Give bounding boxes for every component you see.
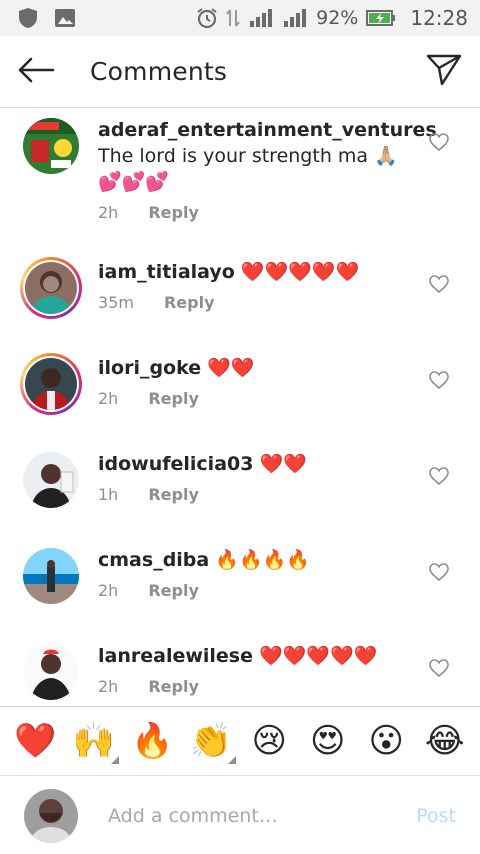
signal-icon-2 [282,8,308,28]
emoji-heart-button[interactable]: ❤️ [8,714,62,768]
comment-time: 2h [98,581,119,600]
comment-item: aderaf_entertainment_ventures The lord i… [0,109,480,239]
comment-text: ❤️❤️❤️❤️❤️ [240,261,360,283]
like-comment-button[interactable] [428,659,450,681]
heart-outline-icon [429,133,449,155]
shield-icon [18,7,38,29]
comment-body: aderaf_entertainment_ventures The lord i… [98,117,437,222]
comment-body: ilori_goke ❤️❤️ 2h Reply [98,355,420,408]
avatar-image [25,262,77,314]
comment-input-bar: Post [0,777,480,854]
comment-time: 2h [98,389,119,408]
avatar[interactable] [20,115,82,177]
comment-username[interactable]: ilori_goke [98,357,201,379]
emoji-heart-eyes-button[interactable]: 😍 [301,714,355,768]
avatar-image [23,452,79,508]
heart-outline-icon [429,563,449,585]
emoji-raised-hands-button[interactable]: 🙌 [67,714,121,768]
back-button[interactable] [0,36,72,108]
skin-tone-indicator [110,756,119,764]
comment-text: ❤️❤️ [207,357,255,379]
share-button[interactable] [408,36,480,108]
comment-item: ilori_goke ❤️❤️ 2h Reply [0,351,480,431]
paper-plane-icon [426,53,462,91]
arrow-left-icon [17,57,55,87]
header: Comments [0,36,480,108]
comment-time: 2h [98,677,119,696]
comment-item: cmas_diba 🔥🔥🔥🔥 2h Reply [0,543,480,623]
reply-button[interactable]: Reply [148,485,199,504]
comment-text: ❤️❤️ [259,453,307,475]
avatar[interactable] [20,449,82,511]
avatar-image [23,548,79,604]
emoji-surprised-button[interactable]: 😮 [359,714,413,768]
battery-charging-icon [366,9,396,27]
heart-outline-icon [429,467,449,489]
comment-item: iam_titialayo ❤️❤️❤️❤️❤️ 35m Reply [0,255,480,335]
heart-outline-icon [429,275,449,297]
emoji-quick-bar: ❤️ 🙌 🔥 👏 😢 😍 😮 😂 [0,706,480,776]
battery-percent: 92% [316,7,359,29]
avatar[interactable] [20,257,82,319]
comment-body: iam_titialayo ❤️❤️❤️❤️❤️ 35m Reply [98,259,420,312]
emoji-clap-button[interactable]: 👏 [184,714,238,768]
like-comment-button[interactable] [428,371,450,393]
status-time: 12:28 [410,6,468,30]
comment-body: cmas_diba 🔥🔥🔥🔥 2h Reply [98,547,420,600]
data-transfer-icon [226,8,240,28]
comment-text: The lord is your strength ma 🙏🏼 [98,145,398,167]
avatar[interactable] [20,545,82,607]
avatar-image [23,118,79,174]
comment-input[interactable] [108,804,388,827]
reply-button[interactable]: Reply [164,293,215,312]
comment-text: ❤️❤️❤️❤️❤️ [259,645,378,667]
heart-outline-icon [429,371,449,393]
alarm-icon [196,7,218,29]
comment-time: 1h [98,485,119,504]
comment-username[interactable]: iam_titialayo [98,261,235,283]
comments-list: aderaf_entertainment_ventures The lord i… [0,109,480,705]
avatar[interactable] [20,353,82,415]
comment-body: lanrealewilese ❤️❤️❤️❤️❤️ 2h Reply [98,643,420,696]
reply-button[interactable]: Reply [148,389,199,408]
like-comment-button[interactable] [428,133,450,155]
avatar-image [25,358,77,410]
comment-username[interactable]: aderaf_entertainment_ventures [98,119,437,141]
comment-text-2: 💕💕💕 [98,171,169,193]
like-comment-button[interactable] [428,467,450,489]
comment-item: lanrealewilese ❤️❤️❤️❤️❤️ 2h Reply [0,639,480,705]
heart-outline-icon [429,659,449,681]
status-bar: 92% 12:28 [0,0,480,36]
comment-username[interactable]: idowufelicia03 [98,453,253,475]
current-user-avatar [24,788,78,843]
reply-button[interactable]: Reply [148,581,199,600]
emoji-fire-button[interactable]: 🔥 [125,714,179,768]
avatar-image [23,644,79,700]
comment-username[interactable]: cmas_diba [98,549,209,571]
emoji-laughing-button[interactable]: 😂 [418,714,472,768]
comment-time: 2h [98,203,119,222]
signal-icon-1 [248,8,274,28]
page-title: Comments [90,57,228,86]
gallery-icon [54,8,76,28]
comment-time: 35m [98,293,134,312]
reply-button[interactable]: Reply [148,203,199,222]
like-comment-button[interactable] [428,275,450,297]
post-button[interactable]: Post [416,805,456,827]
avatar[interactable] [20,641,82,703]
like-comment-button[interactable] [428,563,450,585]
emoji-raised-hands: 🙌 [72,721,115,761]
comment-text: 🔥🔥🔥🔥 [215,549,310,571]
comment-item: idowufelicia03 ❤️❤️ 1h Reply [0,447,480,527]
emoji-clap: 👏 [189,721,232,761]
emoji-crying-button[interactable]: 😢 [242,714,296,768]
skin-tone-indicator [227,756,236,764]
comment-username[interactable]: lanrealewilese [98,645,253,667]
comment-body: idowufelicia03 ❤️❤️ 1h Reply [98,451,420,504]
reply-button[interactable]: Reply [148,677,199,696]
